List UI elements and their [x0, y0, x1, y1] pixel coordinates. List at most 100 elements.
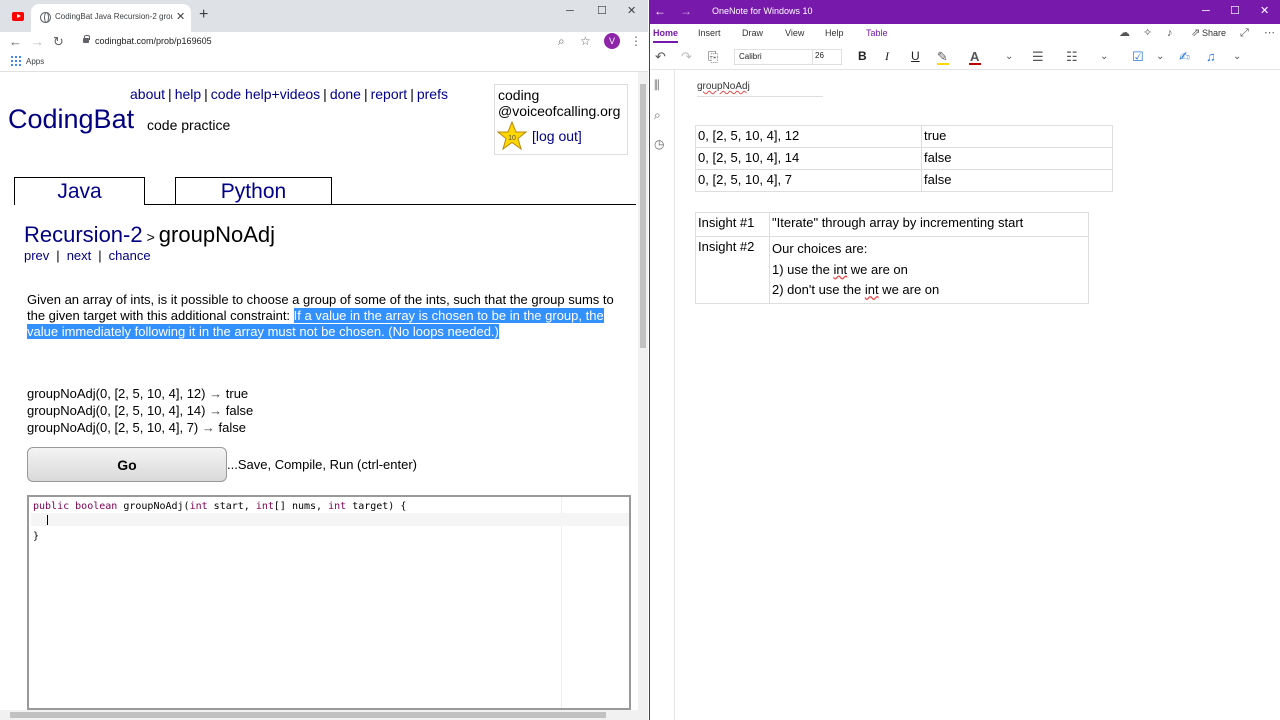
font-size-field[interactable]: 26 [812, 49, 848, 65]
maximize-button[interactable]: ☐ [1230, 4, 1240, 18]
chance-link[interactable]: chance [109, 248, 151, 263]
notebooks-icon[interactable]: ⫼ [654, 78, 660, 92]
ribbon-chevron-icon[interactable]: ⌄ [1233, 49, 1241, 64]
code-editor[interactable]: public boolean groupNoAdj(int start, int… [27, 495, 631, 710]
table-cell[interactable]: 0, [2, 5, 10, 4], 7 [695, 169, 922, 192]
onenote-title-bar: ← → OneNote for Windows 10 ─ ☐ ✕ [650, 0, 1280, 24]
highlighter-icon[interactable]: ✎ [937, 49, 948, 64]
tab-java[interactable]: Java [14, 177, 145, 205]
new-tab-button[interactable]: + [199, 7, 208, 23]
done-link[interactable]: done [330, 86, 361, 102]
prefs-link[interactable]: prefs [417, 86, 448, 102]
spelling-icon[interactable]: ✍ [1179, 49, 1190, 64]
more-format-chevron-icon[interactable]: ⌄ [1005, 49, 1013, 64]
lightbulb-icon[interactable]: ✧ [1143, 27, 1152, 39]
about-link[interactable]: about [130, 86, 165, 102]
tab-draw[interactable]: Draw [742, 28, 763, 38]
close-window-button[interactable]: ✕ [1260, 4, 1269, 18]
bookmark-star-icon[interactable]: ☆ [580, 34, 591, 48]
italic-button[interactable]: I [885, 49, 889, 64]
code-line: } [33, 531, 40, 542]
go-button[interactable]: Go [27, 447, 227, 482]
tab-view[interactable]: View [785, 28, 804, 38]
codingbat-logo[interactable]: CodingBat [8, 104, 134, 135]
minimize-button[interactable]: ─ [1202, 4, 1210, 18]
example-row: groupNoAdj(0, [2, 5, 10, 4], 14) → false [27, 403, 254, 418]
browser-tab[interactable]: CodingBat Java Recursion-2 groupNoAdj ✕ [31, 4, 191, 32]
horizontal-scrollbar[interactable] [0, 710, 648, 720]
close-tab-icon[interactable]: ✕ [176, 11, 185, 23]
recent-icon[interactable]: ◷ [654, 137, 664, 151]
search-icon[interactable]: ⌕ [654, 108, 661, 122]
todo-tag-icon[interactable]: ☑ [1132, 49, 1144, 64]
tab-help[interactable]: Help [825, 28, 844, 38]
numbering-icon[interactable]: ☷ [1066, 49, 1078, 64]
close-window-button[interactable]: ✕ [627, 4, 636, 18]
sync-icon[interactable]: ☁ [1119, 27, 1130, 39]
bullets-icon[interactable]: ☰ [1032, 49, 1044, 64]
prev-link[interactable]: prev [24, 248, 49, 263]
redo-icon[interactable]: ↷ [681, 49, 692, 64]
lock-icon[interactable] [83, 35, 90, 43]
share-button[interactable]: Share [1202, 28, 1226, 38]
scroll-thumb[interactable] [640, 84, 646, 348]
table-cell[interactable]: "Iterate" through array by incrementing … [769, 212, 1089, 237]
tag-chevron-icon[interactable]: ⌄ [1156, 49, 1164, 64]
underline-button[interactable]: U [911, 49, 920, 63]
table-cell[interactable]: Our choices are: 1) use the int we are o… [769, 236, 1089, 304]
apps-grid-icon[interactable] [11, 56, 21, 66]
clipboard-icon[interactable]: ⎘ [708, 49, 718, 64]
home-ribbon: ↶ ↷ ⎘ Calibri 26 B I U ✎ A ⌄ ☰ ☷ ⌄ ☑ ⌄ ✍… [650, 44, 1280, 70]
dictate-icon[interactable]: ♫ [1206, 49, 1216, 64]
forward-icon[interactable]: → [31, 34, 44, 50]
chrome-menu-icon[interactable]: ⋮ [630, 34, 642, 48]
report-link[interactable]: report [371, 86, 408, 102]
table-cell[interactable]: false [921, 147, 1113, 170]
list-chevron-icon[interactable]: ⌄ [1100, 49, 1108, 64]
tagline: code practice [147, 117, 231, 133]
back-icon[interactable]: ← [654, 4, 666, 18]
minimize-button[interactable]: ─ [566, 4, 574, 18]
examples-list: groupNoAdj(0, [2, 5, 10, 4], 12) → true … [27, 385, 253, 436]
apps-bookmark[interactable]: Apps [26, 57, 44, 66]
back-icon[interactable]: ← [9, 34, 22, 50]
zoom-icon[interactable]: ⌕ [558, 34, 565, 48]
page-title[interactable]: groupNoAdj [697, 81, 750, 92]
tab-python[interactable]: Python [175, 177, 332, 205]
table-cell[interactable]: Insight #2 [695, 236, 770, 304]
test-cases-table[interactable]: 0, [2, 5, 10, 4], 12 true 0, [2, 5, 10, 4… [695, 125, 1113, 192]
reload-icon[interactable]: ↻ [53, 34, 64, 50]
profile-avatar[interactable]: V [604, 33, 620, 49]
bold-button[interactable]: B [858, 49, 867, 63]
url-input[interactable]: codingbat.com/prob/p169605 [95, 36, 212, 46]
tab-table[interactable]: Table [866, 28, 888, 38]
text-cursor [47, 515, 48, 525]
fullscreen-icon[interactable]: ⤢ [1240, 27, 1249, 39]
more-icon[interactable]: ⋯ [1264, 27, 1275, 39]
undo-icon[interactable]: ↶ [655, 49, 666, 64]
maximize-button[interactable]: ☐ [597, 4, 607, 18]
scroll-thumb[interactable] [10, 712, 606, 718]
navigation-rail: ⫼ ⌕ ◷ [650, 70, 675, 720]
table-row: 0, [2, 5, 10, 4], 12 true [695, 125, 1113, 148]
table-cell[interactable]: 0, [2, 5, 10, 4], 12 [695, 125, 922, 148]
font-color-icon[interactable]: A [970, 49, 979, 64]
tab-insert[interactable]: Insert [698, 28, 721, 38]
table-cell[interactable]: false [921, 169, 1113, 192]
tab-home[interactable]: Home [653, 28, 679, 43]
table-cell[interactable]: 0, [2, 5, 10, 4], 14 [695, 147, 922, 170]
help-link[interactable]: help [175, 86, 201, 102]
bell-icon[interactable]: ♪ [1167, 27, 1173, 39]
code-help-videos-link[interactable]: code help+videos [211, 86, 320, 102]
problem-title: groupNoAdj [158, 222, 275, 247]
share-icon[interactable]: ⇗ [1191, 27, 1200, 39]
youtube-tab-icon[interactable] [12, 12, 24, 21]
table-cell[interactable]: Insight #1 [695, 212, 770, 237]
forward-icon[interactable]: → [680, 4, 692, 18]
vertical-scrollbar[interactable] [638, 72, 648, 710]
insights-table[interactable]: Insight #1 "Iterate" through array by in… [695, 212, 1089, 304]
logout-link[interactable]: [log out] [532, 128, 582, 144]
section-link[interactable]: Recursion-2 [24, 222, 143, 247]
table-cell[interactable]: true [921, 125, 1113, 148]
next-link[interactable]: next [67, 248, 92, 263]
